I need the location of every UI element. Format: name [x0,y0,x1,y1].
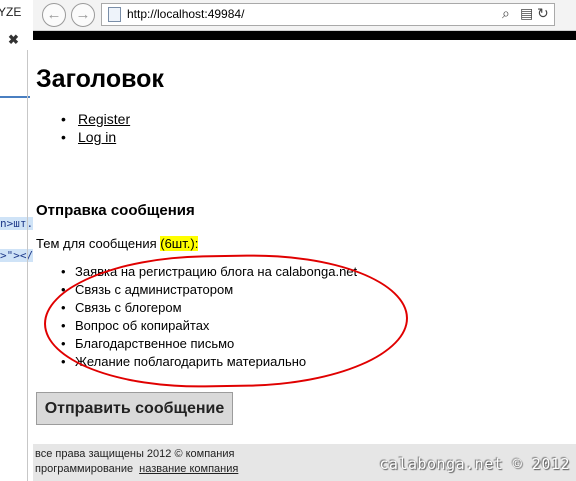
topics-intro: Тем для сообщения (6шт.): [36,236,199,251]
page-icon [108,7,121,22]
topics-count: (6шт.): [160,236,199,251]
send-message-button[interactable]: Отправить сообщение [36,392,233,425]
arrow-right-icon: → [75,6,91,23]
ide-divider [27,50,28,481]
site-header-bar [33,31,576,40]
section-title: Отправка сообщения [36,202,195,219]
back-button[interactable]: ← [42,3,66,27]
address-bar[interactable]: http://localhost:49984/ ⌕ ▤ ↻ [101,3,555,26]
nav-item-register: Register [36,110,130,128]
forward-button[interactable]: → [71,3,95,27]
ide-code-line[interactable]: >"></u [0,249,33,262]
browser-toolbar: ← → http://localhost:49984/ ⌕ ▤ ↻ [33,0,576,31]
company-type-text: программирование [35,463,134,475]
footer-text: все права защищены 2012 © компания прогр… [35,447,238,477]
url-text[interactable]: http://localhost:49984/ [127,7,244,21]
ide-panel: YZE ✖ n>шт. >"></u [0,0,33,481]
refresh-icon[interactable]: ↻ [537,5,549,22]
watermark: calabonga.net © 2012 [379,455,570,473]
copyright-text: все права защищены 2012 © компания [35,448,235,460]
compatibility-icon[interactable]: ▤ [520,5,533,22]
nav-menu: Register Log in [36,110,130,146]
ide-code-line[interactable]: n>шт. [0,217,33,230]
close-icon[interactable]: ✖ [8,32,19,48]
topics-label: Тем для сообщения [36,236,157,251]
ide-separator [0,96,30,98]
register-link[interactable]: Register [78,111,130,127]
arrow-left-icon: ← [46,6,62,23]
page-title: Заголовок [36,65,164,93]
footer-line: программирование название компания [35,462,238,477]
ide-title-fragment: YZE [0,5,22,19]
search-icon[interactable]: ⌕ [502,5,510,22]
nav-item-login: Log in [36,128,130,146]
company-link[interactable]: название компания [139,463,238,475]
login-link[interactable]: Log in [78,129,116,145]
